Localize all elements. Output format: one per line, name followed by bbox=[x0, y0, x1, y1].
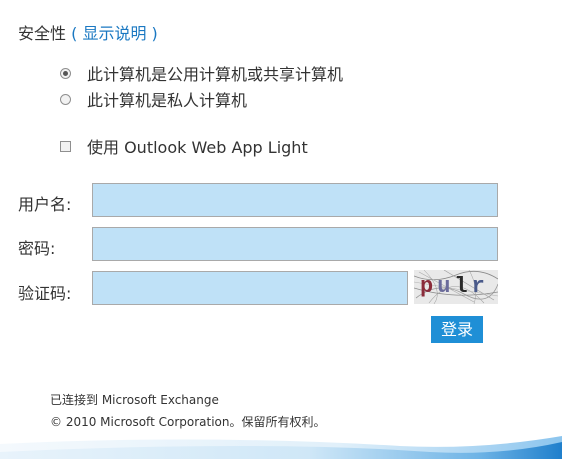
public-computer-option[interactable]: 此计算机是公用计算机或共享计算机 bbox=[60, 61, 343, 85]
private-computer-label: 此计算机是私人计算机 bbox=[87, 91, 248, 110]
paren-close: ) bbox=[146, 24, 158, 43]
captcha-input[interactable] bbox=[92, 271, 408, 305]
connected-text: 已连接到 Microsoft Exchange bbox=[50, 393, 219, 407]
public-computer-radio[interactable] bbox=[60, 67, 71, 79]
light-version-option[interactable]: 使用 Outlook Web App Light bbox=[60, 134, 308, 158]
login-button[interactable]: 登录 bbox=[431, 316, 483, 343]
light-version-label: 使用 Outlook Web App Light bbox=[87, 138, 308, 157]
show-explanation-link[interactable]: 显示说明 bbox=[82, 24, 146, 43]
captcha-label: 验证码: bbox=[18, 284, 72, 303]
username-input[interactable] bbox=[92, 183, 498, 217]
captcha-image[interactable]: pulr bbox=[414, 270, 498, 304]
password-label: 密码: bbox=[18, 239, 56, 258]
paren-open: ( bbox=[66, 24, 83, 43]
password-input[interactable] bbox=[92, 227, 498, 261]
security-title: 安全性 bbox=[18, 24, 67, 43]
public-computer-label: 此计算机是公用计算机或共享计算机 bbox=[87, 65, 344, 84]
private-computer-radio[interactable] bbox=[60, 93, 71, 105]
decorative-wave bbox=[0, 436, 562, 459]
copyright-text: © 2010 Microsoft Corporation。保留所有权利。 bbox=[50, 415, 326, 429]
light-version-checkbox[interactable] bbox=[60, 140, 71, 152]
username-label: 用户名: bbox=[18, 195, 72, 214]
captcha-text: pulr bbox=[420, 274, 489, 299]
private-computer-option[interactable]: 此计算机是私人计算机 bbox=[60, 87, 247, 111]
security-heading: 安全性 ( 显示说明 ) bbox=[18, 20, 158, 44]
